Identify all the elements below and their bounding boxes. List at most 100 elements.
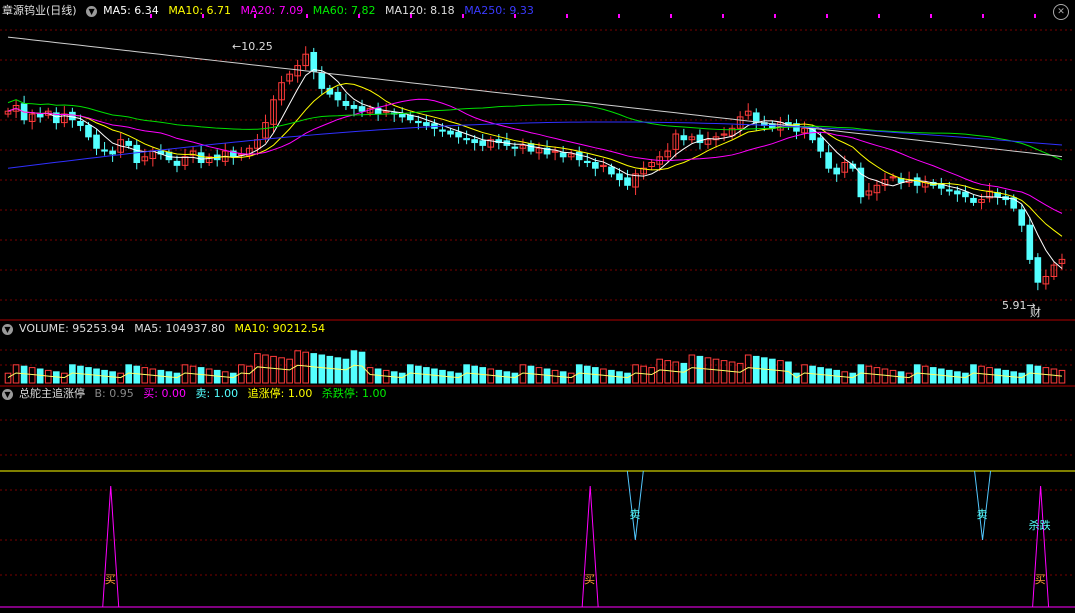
stock-chart: ←10.255.91→财买买买卖 卖杀跌 bbox=[0, 14, 1075, 608]
indicator-buy: 买: 0.00 bbox=[143, 387, 186, 400]
buy-label: 买 bbox=[584, 573, 595, 586]
close-icon[interactable]: ✕ bbox=[1053, 4, 1069, 20]
volume-bar bbox=[205, 368, 213, 384]
volume-bar bbox=[680, 362, 688, 384]
indicator-chase: 追涨停: 1.00 bbox=[247, 387, 313, 400]
candle-body bbox=[101, 149, 108, 152]
indicator-header: ▼ 总舵主追涨停 B: 0.95 买: 0.00 卖: 1.00 追涨停: 1.0… bbox=[2, 386, 393, 402]
candle-body bbox=[342, 101, 350, 107]
volume-bar bbox=[865, 365, 873, 384]
collapse-indicator-icon[interactable]: ▼ bbox=[2, 388, 13, 400]
volume-bar bbox=[246, 365, 253, 384]
volume-bar bbox=[310, 353, 318, 384]
volume-ma10: MA10: 90212.54 bbox=[234, 322, 326, 335]
volume-bar bbox=[374, 368, 382, 384]
candle-body bbox=[85, 124, 92, 138]
candle-body bbox=[1034, 257, 1042, 283]
volume-bar bbox=[648, 367, 655, 384]
volume-bar bbox=[809, 365, 816, 384]
volume-bar bbox=[431, 368, 438, 384]
volume-bar bbox=[4, 372, 12, 384]
candle-body bbox=[1026, 224, 1034, 260]
ma250-line bbox=[7, 121, 1063, 169]
candle-body bbox=[423, 122, 430, 126]
collapse-volume-icon[interactable]: ▼ bbox=[2, 323, 13, 335]
volume-bar bbox=[583, 365, 591, 384]
volume-bar bbox=[197, 367, 205, 384]
volume-bar bbox=[543, 368, 551, 384]
candle-body bbox=[109, 150, 116, 155]
candle-body bbox=[616, 173, 623, 181]
candle-body bbox=[173, 160, 181, 166]
volume-bar bbox=[93, 368, 100, 384]
candle-body bbox=[962, 191, 969, 198]
candle-body bbox=[36, 113, 44, 118]
high-price-label: ←10.25 bbox=[232, 40, 273, 53]
volume-bar bbox=[342, 358, 350, 384]
ma5-label: MA5: 6.34 bbox=[103, 4, 159, 17]
collapse-price-icon[interactable]: ▼ bbox=[86, 5, 98, 17]
volume-bar bbox=[189, 365, 197, 384]
volume-bar bbox=[929, 367, 937, 384]
volume-bar bbox=[777, 360, 784, 384]
volume-bar bbox=[423, 367, 430, 384]
signal-tick bbox=[930, 14, 932, 18]
volume-bar bbox=[77, 365, 84, 384]
candle-body bbox=[624, 177, 631, 186]
candle-body bbox=[833, 167, 841, 175]
candle-body bbox=[358, 106, 366, 112]
volume-bar bbox=[286, 358, 293, 384]
ma60-label: MA60: 7.82 bbox=[312, 4, 376, 17]
volume-bar bbox=[1050, 368, 1058, 384]
candle-body bbox=[857, 167, 865, 198]
buy-spike bbox=[581, 485, 599, 608]
indicator-sell: 卖: 1.00 bbox=[195, 387, 239, 400]
indicator-name: 总舵主追涨停 bbox=[19, 387, 85, 400]
volume-header: ▼ VOLUME: 95253.94 MA5: 104937.80 MA10: 9… bbox=[2, 321, 331, 337]
volume-bar bbox=[873, 367, 881, 384]
volume-bar bbox=[937, 368, 945, 384]
ma10-label: MA10: 6.71 bbox=[168, 4, 232, 17]
candle-body bbox=[415, 120, 422, 124]
sell-label: 卖 bbox=[977, 508, 988, 521]
volume-bar bbox=[262, 354, 269, 384]
candle-body bbox=[825, 152, 832, 169]
price-header: 章源钨业(日线) ▼ MA5: 6.34 MA10: 6.71 MA20: 7.0… bbox=[2, 3, 540, 19]
signal-tick bbox=[1034, 14, 1036, 18]
volume-bar bbox=[817, 367, 824, 384]
volume-bar bbox=[20, 365, 28, 384]
volume-bar bbox=[334, 357, 342, 384]
kill-label: 杀跌 bbox=[1029, 518, 1051, 532]
ma250-label: MA250: 9.33 bbox=[464, 4, 534, 17]
candle-body bbox=[125, 140, 133, 146]
signal-tick bbox=[878, 14, 880, 18]
signal-tick bbox=[774, 14, 776, 18]
ma120-line bbox=[7, 36, 1063, 158]
buy-label: 买 bbox=[1035, 573, 1046, 586]
volume-bar bbox=[270, 355, 277, 384]
volume-bar bbox=[1042, 367, 1050, 384]
candle-body bbox=[752, 112, 760, 124]
volume-bar bbox=[326, 355, 334, 384]
indicator-b: B: 0.95 bbox=[94, 387, 134, 400]
candle-body bbox=[463, 138, 470, 141]
candle-body bbox=[954, 190, 961, 195]
ma120-label: MA120: 8.18 bbox=[384, 4, 455, 17]
volume-value: VOLUME: 95253.94 bbox=[19, 322, 125, 335]
volume-bar bbox=[760, 357, 768, 384]
volume-bar bbox=[85, 367, 92, 384]
volume-bar bbox=[769, 358, 776, 384]
candle-body bbox=[471, 139, 478, 144]
signal-tick bbox=[618, 14, 620, 18]
volume-bar bbox=[28, 367, 36, 384]
volume-bar bbox=[600, 368, 607, 384]
candle-body bbox=[511, 146, 519, 149]
candle-body bbox=[350, 105, 358, 109]
candle-body bbox=[77, 120, 84, 126]
period-label: (日线) bbox=[46, 4, 77, 17]
volume-bar bbox=[366, 367, 374, 384]
candle-body bbox=[1018, 209, 1026, 226]
sell-label: 卖 bbox=[629, 508, 640, 521]
candle-body bbox=[608, 166, 615, 175]
candle-body bbox=[970, 197, 977, 203]
